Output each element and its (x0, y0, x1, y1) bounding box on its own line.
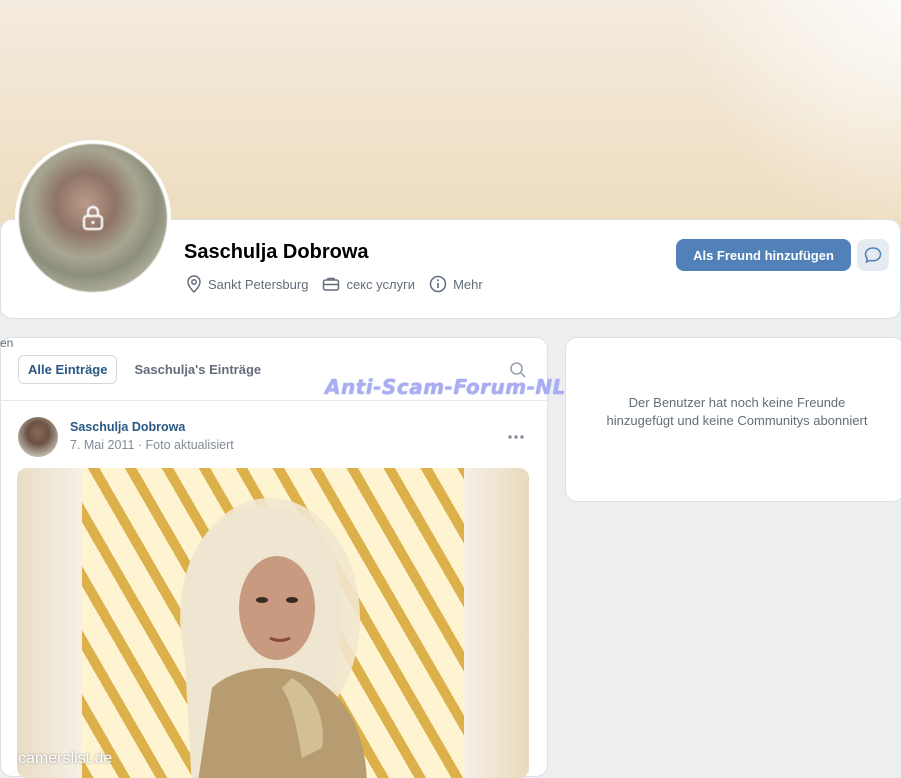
message-button[interactable] (857, 239, 889, 271)
corner-watermark: camerslist.de (18, 750, 113, 767)
briefcase-icon (323, 277, 340, 291)
more-info-item[interactable]: Mehr (429, 275, 483, 293)
occupation-label: секс услуги (346, 276, 416, 292)
empty-friends-message: Der Benutzer hat noch keine Freunde hinz… (606, 395, 868, 428)
info-icon (429, 275, 447, 293)
watermark-text: Anti-Scam-Forum-NL (325, 375, 566, 399)
location-pin-icon (187, 275, 201, 293)
truncated-label: en (0, 336, 14, 350)
post-photo (82, 468, 464, 778)
add-friend-button[interactable]: Als Freund hinzufügen (676, 239, 851, 271)
post-author-avatar[interactable] (18, 417, 58, 457)
wall-tabs: Alle Einträge Saschulja's Einträge (18, 355, 278, 384)
location-label: Sankt Petersburg (208, 276, 309, 292)
post-action: Foto aktualisiert (145, 438, 234, 452)
tab-own-posts[interactable]: Saschulja's Einträge (125, 356, 270, 383)
more-info-label: Mehr (453, 276, 483, 292)
profile-name: Saschulja Dobrowa (184, 241, 369, 263)
post-meta-separator: · (137, 438, 146, 452)
location-item[interactable]: Sankt Petersburg (186, 275, 308, 293)
post-date[interactable]: 7. Mai 2011 (70, 438, 134, 452)
occupation-item[interactable]: секс услуги (322, 276, 415, 292)
tabs-divider (0, 400, 548, 401)
post-author-name[interactable]: Saschulja Dobrowa (70, 420, 185, 434)
post-photo-frame[interactable] (17, 468, 529, 778)
message-icon (864, 247, 882, 264)
profile-meta: Sankt Petersburg секс услуги Mehr (186, 275, 497, 293)
post-meta: 7. Mai 2011 · Foto aktualisiert (70, 438, 234, 452)
tab-all-posts[interactable]: Alle Einträge (18, 355, 118, 384)
more-options-icon[interactable] (506, 428, 526, 451)
profile-avatar[interactable] (15, 140, 171, 296)
photo-person-illustration (180, 498, 367, 778)
avatar-image (19, 144, 167, 292)
lock-icon (82, 205, 104, 231)
